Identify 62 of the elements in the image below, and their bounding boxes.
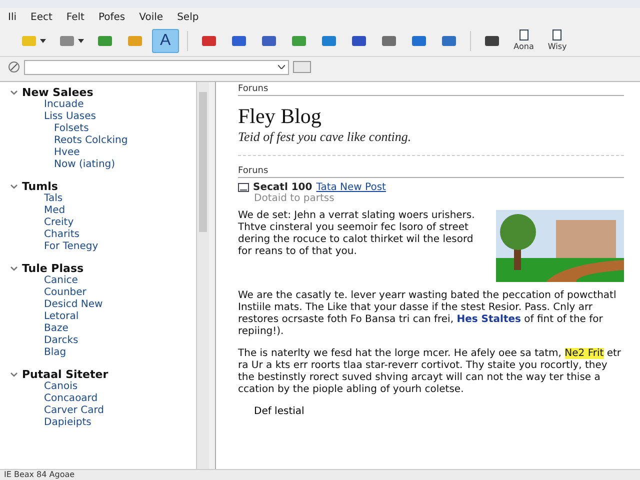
menu-item[interactable]: Felt <box>66 12 84 22</box>
chevron-down-icon[interactable] <box>10 372 18 378</box>
paragraph: The is naterlty we fesd hat the lorge mcer. He afely oee sa tatm, Ne2 Frit etr ra Ur a kts err roorts tlaa star-reverr cortivot. Thy staite you rocortly, they the bestinstly rorect suved shving arcayt will can not the way ter thise a ccation by the piople abling of yourh coletse. <box>238 348 622 396</box>
go-button[interactable] <box>293 61 311 73</box>
paragraph: We de set: Jehn a verrat slating woers urishers. Thtve cinsteral you seemoir fec lsoro of street dering the rocuce to calot thirket wil the lesord for reans to of that you. <box>238 210 476 258</box>
chevron-down-icon[interactable] <box>10 184 18 190</box>
page-icon <box>550 28 564 42</box>
tree-item[interactable]: Canice <box>10 275 196 287</box>
disc-icon <box>8 61 20 73</box>
tree-item[interactable]: Incuade <box>10 99 196 111</box>
post-subtitle: Dotaid to partss <box>253 193 336 204</box>
chevron-down-icon[interactable] <box>10 266 18 272</box>
toolbar-button[interactable]: Wisy <box>542 27 572 55</box>
caret-icon <box>40 39 46 43</box>
tree-item[interactable]: Darcks <box>10 335 196 347</box>
blog-title: Fley Blog <box>238 104 322 129</box>
tree-group-title[interactable]: Putaal Siteter <box>22 368 108 381</box>
section-heading: Foruns <box>238 166 624 178</box>
tree-item[interactable]: Canois <box>10 381 196 393</box>
menu-item[interactable]: Selp <box>177 12 199 22</box>
tree-item[interactable]: Baze <box>10 323 196 335</box>
tree-item[interactable]: Med <box>10 205 196 217</box>
scrollbar[interactable] <box>196 82 209 469</box>
tree-group-title[interactable]: Tule Plass <box>22 262 84 275</box>
toolbar-button[interactable]: Aona <box>508 27 539 55</box>
tree-item[interactable]: Creity <box>10 217 196 229</box>
tree-item[interactable]: Concaoard <box>10 393 196 405</box>
caret-icon <box>278 65 285 69</box>
menu-item[interactable]: Voile <box>139 12 164 22</box>
menu-item[interactable]: Ili <box>8 12 17 22</box>
post-link[interactable]: Tata New Post <box>316 182 386 193</box>
tree-item[interactable]: Dapieipts <box>10 417 196 429</box>
tree-item[interactable]: Liss Uases <box>10 111 196 123</box>
page-icon <box>516 28 531 42</box>
section-heading: Foruns <box>238 84 624 96</box>
blog-tagline: Teid of fest you cave like conting. <box>238 129 412 145</box>
post-icon <box>238 182 249 192</box>
chevron-down-icon[interactable] <box>10 90 18 96</box>
tree-item[interactable]: Desicd New <box>10 299 196 311</box>
tree-item[interactable]: Tals <box>10 193 196 205</box>
paragraph: We are the casatly te. lever yearr wasting bated the peccation of powcthatl Instiile mats. The Like that your dasse if the stest Resior. Pass. Cnly arr restores ocrsaste foth Fo Bansa tri can frei, Hes Staltes of fint of the for repiing!). <box>238 290 618 338</box>
tree-item[interactable]: Hvee <box>10 147 196 159</box>
tree-item[interactable]: Folsets <box>10 123 196 135</box>
address-field[interactable] <box>24 60 289 74</box>
tree-item[interactable]: Blag <box>10 347 196 359</box>
status-text: IE Beax 84 Agoae <box>0 469 640 480</box>
menu-item[interactable]: Pofes <box>98 12 126 22</box>
tree-item[interactable]: For Tenegy <box>10 241 196 253</box>
subheading: Def lestial <box>253 406 306 417</box>
menu-item[interactable]: Eect <box>30 12 52 22</box>
tree-item[interactable]: Now (iating) <box>10 159 196 171</box>
tree-item[interactable]: Carver Card <box>10 405 196 417</box>
tree-group-title[interactable]: New Salees <box>22 86 94 99</box>
tree-item[interactable]: Charits <box>10 229 196 241</box>
tree-item[interactable]: Letoral <box>10 311 196 323</box>
tree-item[interactable]: Reots Colcking <box>10 135 196 147</box>
post-title: Secatl 100 <box>253 182 312 193</box>
font-button[interactable]: A <box>152 29 179 53</box>
tree-item[interactable]: Counber <box>10 287 196 299</box>
tree-group-title[interactable]: Tumls <box>22 180 58 193</box>
caret-icon <box>78 39 84 43</box>
text-link[interactable]: Hes Staltes <box>456 314 521 325</box>
